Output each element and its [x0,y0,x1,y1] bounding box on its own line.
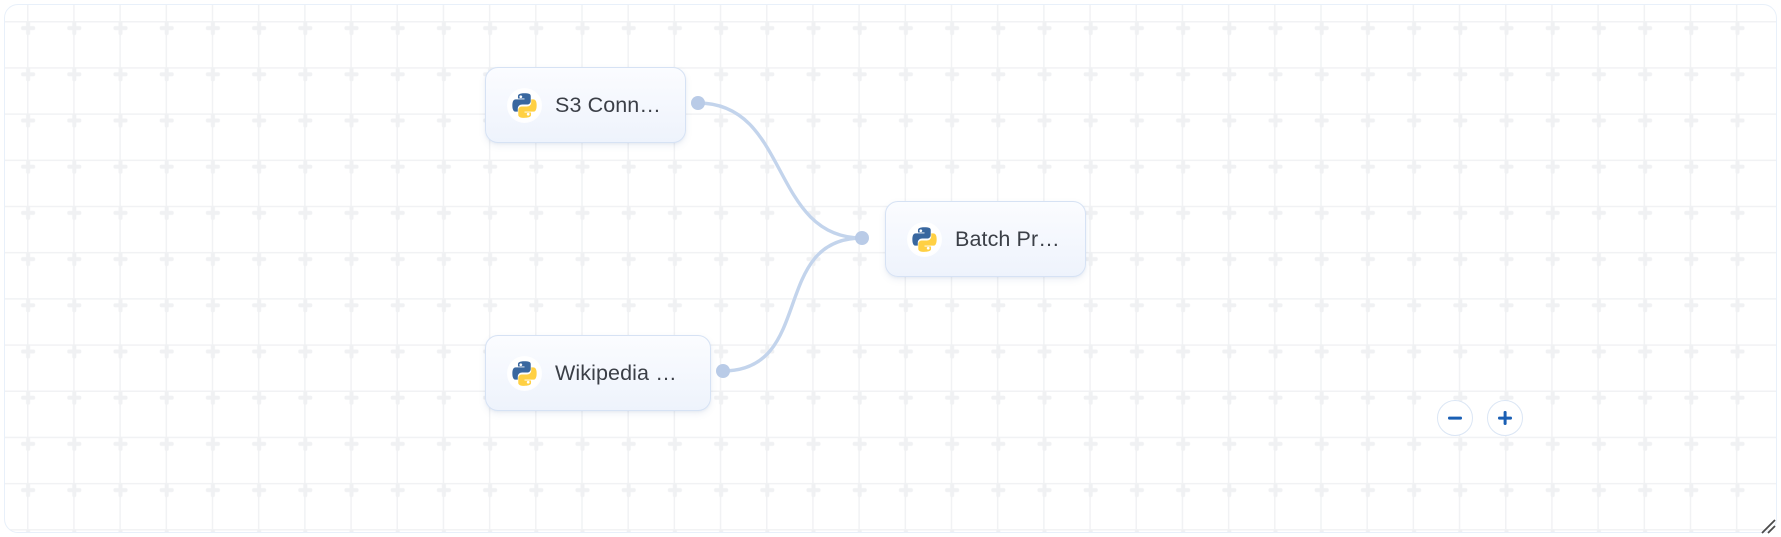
node-s3-connector[interactable]: S3 Connector [485,67,686,143]
node-wikipedia-connector[interactable]: Wikipedia Conn... [485,335,711,411]
node-batch-predict[interactable]: Batch Predict [885,201,1086,277]
node-label: Batch Predict [955,226,1063,251]
zoom-out-button[interactable] [1437,400,1473,436]
source-handle-s3-connector[interactable] [691,96,705,110]
zoom-controls [1437,400,1523,436]
node-label: S3 Connector [555,92,663,117]
python-icon [508,88,541,122]
resize-grip[interactable] [1757,515,1777,535]
zoom-in-button[interactable] [1487,400,1523,436]
source-handle-wikipedia-connector[interactable] [716,364,730,378]
python-icon [908,222,941,256]
target-handle-batch-predict[interactable] [855,231,869,245]
flow-editor-root: S3 Connector Batch Predict Wikipedia Con… [0,0,1781,537]
python-icon [508,356,541,390]
node-label: Wikipedia Conn... [555,360,688,385]
